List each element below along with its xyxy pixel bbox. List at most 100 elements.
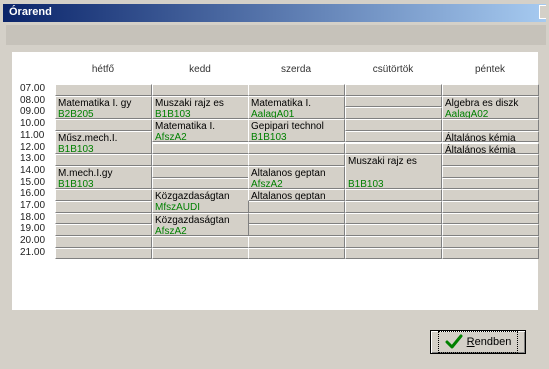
schedule-cell[interactable] [152, 154, 249, 166]
lesson-block[interactable]: Általános kémia [442, 130, 539, 143]
schedule-cell[interactable] [55, 224, 152, 237]
lesson-block[interactable]: Általános kémia [442, 142, 539, 155]
ok-button[interactable]: Rendben [430, 330, 526, 354]
lesson-subject: Altalanos geptan [251, 191, 326, 201]
time-label: 09.00 [20, 106, 46, 118]
time-label: 13.00 [20, 153, 46, 165]
schedule-cell[interactable] [442, 177, 539, 190]
schedule-cell[interactable] [248, 236, 345, 248]
time-label: 10.00 [20, 118, 46, 130]
time-label: 19.00 [20, 223, 46, 235]
lesson-block[interactable]: Gepipari technol B1B103 [248, 119, 345, 143]
time-label: 18.00 [20, 211, 46, 223]
lesson-subject: Közgazdaságtan [155, 214, 230, 226]
ok-button-focus: Rendben [437, 331, 519, 353]
schedule-cell[interactable] [248, 212, 345, 225]
schedule-cell[interactable] [442, 84, 539, 96]
time-label: 11.00 [20, 129, 45, 141]
schedule-cell[interactable] [442, 154, 539, 166]
title-bar[interactable]: Órarend [3, 4, 546, 22]
schedule-cell[interactable] [345, 224, 442, 237]
lesson-block[interactable]: Közgazdaságtan AfszA2 [152, 212, 249, 237]
schedule-cell[interactable] [345, 130, 442, 143]
schedule-cell[interactable] [55, 189, 152, 201]
time-label: 12.00 [20, 141, 46, 153]
schedule-cell[interactable] [442, 201, 539, 213]
lesson-block[interactable]: Műsz.mech.I. B1B103 [55, 130, 152, 155]
schedule-cell[interactable] [442, 212, 539, 225]
lesson-room: AfszA2 [155, 225, 187, 237]
time-label: 17.00 [20, 200, 46, 211]
lesson-block[interactable]: Matematika I. AfszA2 [152, 119, 249, 143]
schedule-cell[interactable] [55, 236, 152, 248]
schedule-cell[interactable] [345, 107, 442, 120]
schedule-cell[interactable] [152, 236, 249, 248]
schedule-cell[interactable] [248, 84, 345, 96]
schedule-cell[interactable] [55, 119, 152, 131]
lesson-room: AalagA01 [251, 108, 295, 120]
schedule-cell[interactable] [248, 201, 345, 213]
schedule-cell[interactable] [345, 189, 442, 201]
schedule-cell[interactable] [152, 177, 249, 190]
schedule-cell[interactable] [345, 95, 442, 108]
schedule-cell[interactable] [345, 212, 442, 225]
lesson-subject: Általános kémia [445, 132, 516, 143]
schedule-cell[interactable] [345, 84, 442, 96]
schedule-cell[interactable] [442, 247, 539, 260]
time-label: 21.00 [20, 246, 46, 258]
lesson-block[interactable]: Altalanos geptan [248, 189, 345, 201]
lesson-subject: Műsz.mech.I. [58, 132, 118, 144]
toolbar-strip [6, 25, 546, 45]
timetable-window: Órarend hétfő kedd szerda csütörtök péntek 0… [0, 0, 549, 369]
lesson-block[interactable]: Algebra es diszk AalagA02 [442, 95, 539, 120]
lesson-room: B1B103 [251, 132, 287, 143]
schedule-cell[interactable] [152, 142, 249, 155]
schedule-cell[interactable] [55, 84, 152, 96]
schedule-cell[interactable] [345, 142, 442, 155]
schedule-cell[interactable] [248, 154, 345, 166]
schedule-cell[interactable] [55, 212, 152, 225]
time-label: 07.00 [20, 83, 46, 94]
schedule-cell[interactable] [152, 165, 249, 178]
lesson-block[interactable]: Altalanos geptan AfszA2 [248, 165, 345, 190]
lesson-room: AfszA2 [251, 178, 283, 190]
schedule-cell[interactable] [248, 247, 345, 260]
lesson-block[interactable]: Matematika I. AalagA01 [248, 95, 345, 120]
time-label: 16.00 [20, 188, 46, 200]
schedule-cell[interactable] [442, 236, 539, 248]
lesson-room: B1B103 [58, 178, 94, 190]
lesson-block[interactable]: Muszaki rajz es B1B103 [345, 154, 442, 190]
close-button[interactable] [539, 5, 546, 19]
lesson-subject: Általános kémia [445, 144, 516, 155]
schedule-cell[interactable] [345, 247, 442, 260]
schedule-cell[interactable] [55, 247, 152, 260]
schedule-cell[interactable] [152, 247, 249, 260]
schedule-cell[interactable] [442, 189, 539, 201]
lesson-room: MfszAUDI [155, 202, 200, 213]
lesson-subject: Közgazdaságtan [155, 191, 230, 203]
lesson-block[interactable]: M.mech.I.gy B1B103 [55, 165, 152, 190]
schedule-cell[interactable] [55, 201, 152, 213]
lesson-block[interactable]: Muszaki rajz es B1B103 [152, 95, 249, 120]
lesson-block[interactable]: Közgazdaságtan MfszAUDI [152, 189, 249, 213]
lesson-subject: Muszaki rajz es [348, 156, 417, 168]
lesson-room: AfszA2 [155, 132, 187, 143]
lesson-subject: Altalanos geptan [251, 167, 326, 179]
schedule-cell[interactable] [345, 236, 442, 248]
day-header: szerda [280, 64, 311, 75]
time-label: 20.00 [20, 235, 46, 247]
schedule-cell[interactable] [152, 84, 249, 96]
lesson-room: B1B103 [58, 143, 94, 155]
schedule-cell[interactable] [442, 119, 539, 131]
lesson-block[interactable]: Matematika I. gy B2B205 [55, 95, 152, 120]
schedule-cell[interactable] [248, 224, 345, 237]
ok-accel-letter: R [466, 336, 475, 348]
schedule-cell[interactable] [345, 119, 442, 131]
ok-button-label: Rendben [467, 336, 512, 348]
schedule-cell[interactable] [345, 201, 442, 213]
schedule-cell[interactable] [442, 224, 539, 237]
lesson-room: B1B103 [155, 108, 191, 120]
schedule-cell[interactable] [55, 154, 152, 166]
schedule-cell[interactable] [442, 165, 539, 178]
schedule-cell[interactable] [248, 142, 345, 155]
